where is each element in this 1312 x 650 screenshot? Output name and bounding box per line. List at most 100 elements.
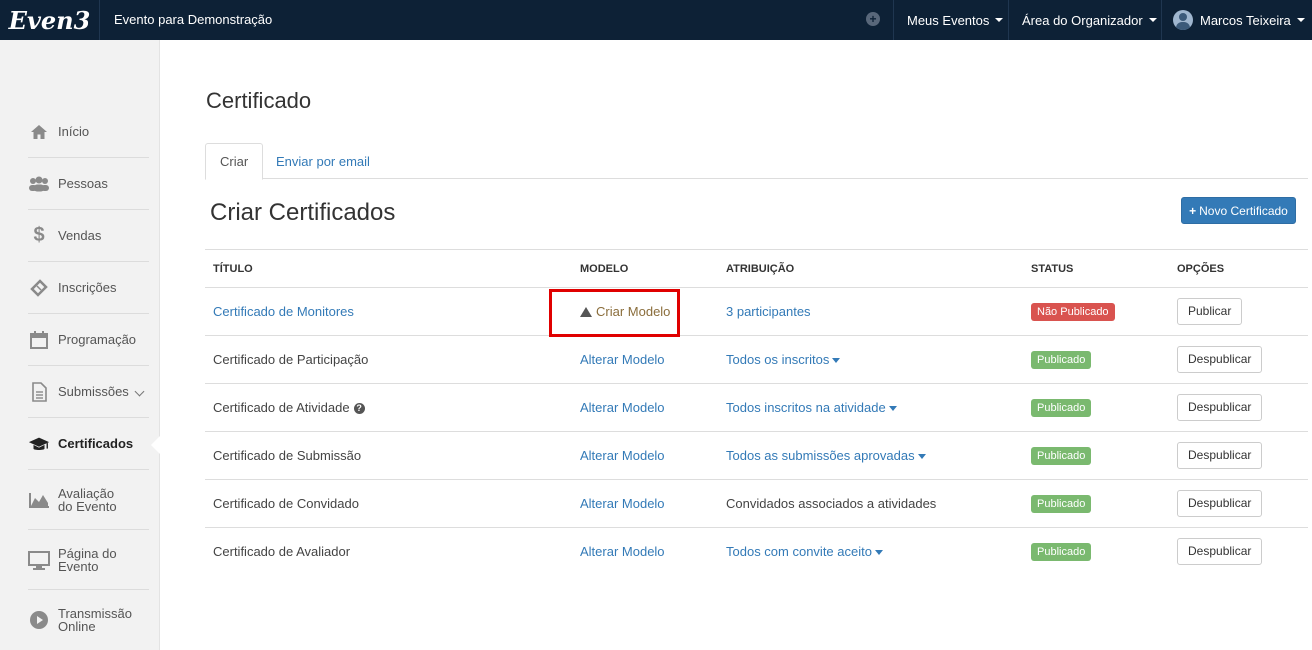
change-model-link[interactable]: Alterar Modelo xyxy=(580,400,665,415)
home-icon xyxy=(28,122,50,142)
change-model-link[interactable]: Alterar Modelo xyxy=(580,544,665,559)
table-row: Certificado de Monitores Criar Modelo 3 … xyxy=(205,287,1308,337)
new-certificate-button[interactable]: + Novo Certificado xyxy=(1181,197,1296,224)
sidebar-item-submissoes[interactable]: Submissões xyxy=(28,366,149,418)
attribution-link[interactable]: 3 participantes xyxy=(726,304,811,319)
table-row: Certificado de Convidado Alterar Modelo … xyxy=(205,479,1308,528)
column-header-atribuicao: ATRIBUIÇÃO xyxy=(718,249,1023,288)
sidebar-item-label: Certificados xyxy=(58,436,134,451)
nav-divider xyxy=(1008,0,1009,40)
sidebar-item-label: Vendas xyxy=(58,228,102,243)
sidebar-item-inicio[interactable]: Início xyxy=(28,106,149,158)
meus-eventos-menu[interactable]: Meus Eventos xyxy=(907,0,1004,40)
even3-logo[interactable]: Even3 xyxy=(0,0,100,40)
certificate-title: Certificado de Submissão xyxy=(213,448,362,463)
plus-circle-icon[interactable]: + xyxy=(866,12,880,26)
attribution-text: Convidados associados a atividades xyxy=(726,496,937,511)
organizer-area-menu[interactable]: Área do Organizador xyxy=(1022,0,1157,40)
sidebar-item-label: Pessoas xyxy=(58,176,108,191)
sidebar-item-label: Início xyxy=(58,124,90,139)
caret-down-icon xyxy=(832,358,841,364)
new-certificate-label: Novo Certificado xyxy=(1199,203,1288,218)
unpublish-button[interactable]: Despublicar xyxy=(1177,394,1263,421)
avatar xyxy=(1173,10,1193,30)
plus-icon: + xyxy=(1189,203,1197,218)
unpublish-button[interactable]: Despublicar xyxy=(1177,490,1263,517)
table-row: Certificado de Submissão Alterar Modelo … xyxy=(205,431,1308,480)
status-badge: Publicado xyxy=(1031,398,1092,417)
user-name: Marcos Teixeira xyxy=(1200,12,1291,28)
sidebar-item-label: Evento xyxy=(58,558,99,574)
table-row: Certificado de Atividade? Alterar Modelo… xyxy=(205,383,1308,432)
sidebar-item-pagina[interactable]: Página do Evento xyxy=(28,530,149,590)
sidebar-item-label: Online xyxy=(58,619,96,634)
certificate-title: Certificado de Atividade xyxy=(213,400,350,415)
nav-divider xyxy=(1161,0,1162,40)
table-header-row: TÍTULO MODELO ATRIBUIÇÃO STATUS OPÇÕES xyxy=(205,249,1308,288)
sidebar-item-programacao[interactable]: Programação xyxy=(28,314,149,366)
user-menu[interactable]: Marcos Teixeira xyxy=(1173,0,1305,40)
change-model-link[interactable]: Alterar Modelo xyxy=(580,448,665,463)
graduation-cap-icon xyxy=(28,434,50,454)
sidebar-item-certificados[interactable]: Certificados xyxy=(28,418,160,470)
tab-enviar-por-email[interactable]: Enviar por email xyxy=(262,143,384,179)
column-header-status: STATUS xyxy=(1023,249,1169,288)
change-model-link[interactable]: Alterar Modelo xyxy=(580,496,665,511)
publish-button[interactable]: Publicar xyxy=(1177,298,1243,325)
caret-down-icon xyxy=(888,406,897,412)
attribution-label: Todos inscritos na atividade xyxy=(726,400,886,415)
sidebar: Início Pessoas $ Vendas Inscrições Progr… xyxy=(0,40,160,650)
certificate-title: Certificado de Convidado xyxy=(213,496,359,511)
attribution-dropdown[interactable]: Todos com convite aceito xyxy=(726,544,883,559)
section-title: Criar Certificados xyxy=(210,199,396,226)
sidebar-item-label: Programação xyxy=(58,332,137,347)
certificate-title: Certificado de Avaliador xyxy=(213,544,351,560)
sidebar-item-transmissao[interactable]: Transmissão Online xyxy=(28,590,149,650)
caret-down-icon xyxy=(874,550,883,556)
file-icon xyxy=(28,381,50,402)
top-navbar: Even3 Evento para Demonstração + Meus Ev… xyxy=(0,0,1312,40)
sidebar-item-label: Inscrições xyxy=(58,280,117,295)
nav-divider xyxy=(893,0,894,40)
attribution-dropdown[interactable]: Todos os inscritos xyxy=(726,352,841,367)
sidebar-item-label: Submissões xyxy=(58,384,129,399)
certificate-title: Certificado de Participação xyxy=(213,352,369,367)
sidebar-item-pessoas[interactable]: Pessoas xyxy=(28,158,149,210)
status-badge: Publicado xyxy=(1031,542,1092,561)
status-badge: Publicado xyxy=(1031,446,1092,465)
certificate-title-link[interactable]: Certificado de Monitores xyxy=(213,304,354,319)
unpublish-button[interactable]: Despublicar xyxy=(1177,538,1263,566)
sidebar-item-label: do Evento xyxy=(58,498,117,514)
column-header-titulo: TÍTULO xyxy=(205,249,572,288)
column-header-modelo: MODELO xyxy=(572,249,718,288)
caret-down-icon xyxy=(1148,18,1157,22)
status-badge: Publicado xyxy=(1031,494,1092,513)
warning-icon xyxy=(580,307,592,317)
change-model-link[interactable]: Alterar Modelo xyxy=(580,352,665,367)
unpublish-button[interactable]: Despublicar xyxy=(1177,442,1263,469)
table-row: Certificado de Participação Alterar Mode… xyxy=(205,335,1308,384)
ticket-icon xyxy=(28,278,50,298)
monitor-icon xyxy=(28,550,50,570)
attribution-dropdown[interactable]: Todos as submissões aprovadas xyxy=(726,448,926,463)
help-icon[interactable]: ? xyxy=(353,403,365,415)
sidebar-item-avaliacao[interactable]: Avaliação do Evento xyxy=(28,470,149,530)
highlight-box xyxy=(549,289,680,337)
active-indicator xyxy=(151,436,160,454)
meus-eventos-label: Meus Eventos xyxy=(907,12,990,28)
users-icon xyxy=(28,174,50,194)
tab-criar[interactable]: Criar xyxy=(205,143,264,180)
organizer-area-label: Área do Organizador xyxy=(1022,12,1143,28)
column-header-opcoes: OPÇÕES xyxy=(1169,249,1308,288)
status-badge: Não Publicado xyxy=(1031,302,1115,321)
caret-down-icon xyxy=(917,454,926,460)
attribution-label: Todos os inscritos xyxy=(726,352,830,367)
sidebar-item-vendas[interactable]: $ Vendas xyxy=(28,210,149,262)
area-chart-icon xyxy=(28,490,50,510)
sidebar-item-inscricoes[interactable]: Inscrições xyxy=(28,262,149,314)
dollar-icon: $ xyxy=(33,224,45,246)
event-name[interactable]: Evento para Demonstração xyxy=(114,12,272,27)
tab-bar: Criar Enviar por email xyxy=(205,143,1308,180)
unpublish-button[interactable]: Despublicar xyxy=(1177,346,1263,373)
attribution-dropdown[interactable]: Todos inscritos na atividade xyxy=(726,400,897,415)
